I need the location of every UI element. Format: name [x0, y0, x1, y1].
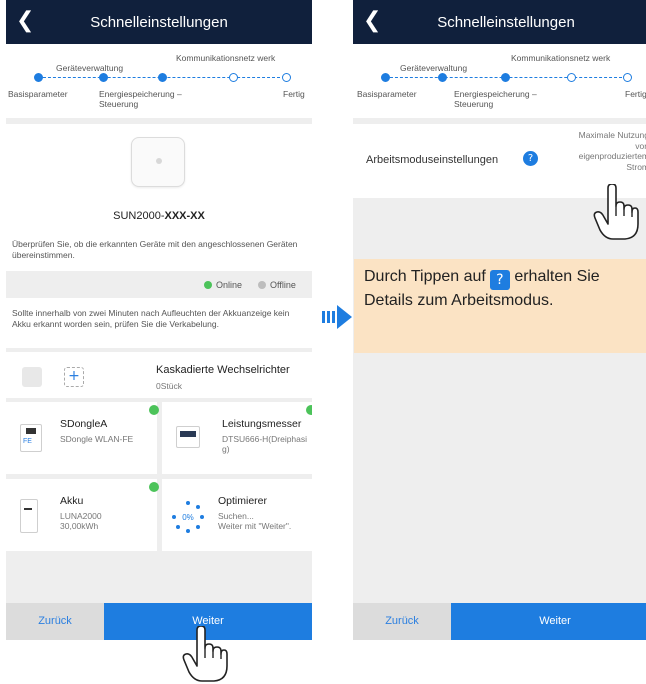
- card-subtitle: Suchen... Weiter mit "Weiter".: [218, 511, 292, 531]
- card-subtitle: SDongle WLAN-FE: [60, 434, 134, 444]
- online-status-icon: [149, 482, 159, 492]
- step-label-energiespeicherung: Energiespeicherung – Steuerung: [99, 89, 182, 109]
- power-meter-icon: [176, 426, 200, 448]
- step-dot-basisparameter: [381, 73, 390, 82]
- step-dot-kommunikation: [567, 73, 576, 82]
- card-optimierer[interactable]: 0% Optimierer Suchen... Weiter mit "Weit…: [162, 479, 312, 551]
- hint-text: Durch Tippen auf? erhalten Sie Details z…: [364, 266, 639, 311]
- cascade-count: 0Stück: [156, 381, 182, 391]
- battery-mark: [24, 508, 32, 510]
- step-label-geraeteverwaltung: Geräteverwaltung: [400, 63, 468, 73]
- sdongle-icon: FE: [20, 424, 42, 452]
- legend-online: Online: [216, 280, 243, 290]
- arrow-right-icon: [322, 305, 352, 329]
- step-dot-fertig: [282, 73, 291, 82]
- next-button[interactable]: Weiter: [451, 603, 646, 640]
- inverter-thumbnail: [22, 367, 42, 387]
- header: ❮ Schnelleinstellungen: [6, 0, 312, 44]
- card-title: SDongleA: [60, 418, 108, 430]
- device-description: Überprüfen Sie, ob die erkannten Geräte …: [12, 239, 298, 260]
- meter-display: [180, 431, 196, 437]
- legend-offline: Offline: [270, 280, 296, 290]
- footer-buttons: Zurück Weiter: [6, 603, 312, 640]
- hand-pointer-icon: [593, 184, 639, 240]
- step-dot-energiespeicherung: [501, 73, 510, 82]
- huawei-logo-icon: [156, 158, 162, 164]
- hand-pointer-icon: [182, 626, 228, 682]
- back-button[interactable]: Zurück: [353, 603, 451, 640]
- card-sdongle[interactable]: FE SDongleA SDongle WLAN-FE: [6, 402, 159, 474]
- cascade-title: Kaskadierte Wechselrichter: [156, 364, 290, 376]
- step-dot-geraeteverwaltung: [438, 73, 447, 82]
- step-label-basisparameter: Basisparameter: [8, 89, 68, 99]
- step-dot-geraeteverwaltung: [99, 73, 108, 82]
- step-label-kommunikation: Kommunikationsnetz werk: [176, 53, 276, 63]
- inverter-image: [131, 137, 185, 187]
- card-akku[interactable]: Akku LUNA2000 30,00kWh: [6, 479, 159, 551]
- loading-spinner-icon: 0%: [172, 501, 204, 533]
- step-label-basisparameter: Basisparameter: [357, 89, 417, 99]
- card-subtitle: DTSU666-H(Dreiphasig): [222, 434, 308, 454]
- back-button[interactable]: Zurück: [6, 603, 104, 640]
- battery-icon: [20, 499, 38, 533]
- work-mode-value: Maximale Nutzung von eigenproduziertem S…: [578, 130, 646, 172]
- optimizer-progress: 0%: [182, 513, 194, 522]
- step-label-fertig: Fertig: [625, 89, 646, 99]
- add-inverter-button[interactable]: +: [64, 367, 84, 387]
- hint-text-before: Durch Tippen auf: [364, 268, 486, 285]
- step-label-energiespeicherung: Energiespeicherung – Steuerung: [454, 89, 537, 109]
- work-mode-label: Arbeitsmoduseinstellungen: [366, 154, 499, 166]
- sdongle-icon-label: FE: [23, 438, 32, 445]
- header: ❮ Schnelleinstellungen: [353, 0, 646, 44]
- device-section: SUN2000-XXX-XX Überprüfen Sie, ob die er…: [6, 124, 312, 271]
- online-status-icon: [306, 405, 312, 415]
- help-icon[interactable]: ?: [523, 151, 538, 166]
- online-dot-icon: [204, 281, 212, 289]
- device-model-prefix: SUN2000-: [113, 210, 165, 222]
- step-dot-energiespeicherung: [158, 73, 167, 82]
- cascade-inverters-row: + Kaskadierte Wechselrichter 0Stück: [6, 352, 312, 398]
- step-dot-fertig: [623, 73, 632, 82]
- header-title: Schnelleinstellungen: [437, 14, 575, 31]
- hint-callout: Durch Tippen auf? erhalten Sie Details z…: [354, 259, 646, 353]
- card-leistungsmesser[interactable]: Leistungsmesser DTSU666-H(Dreiphasig): [162, 402, 312, 474]
- footer-buttons: Zurück Weiter: [353, 603, 646, 640]
- step-dot-kommunikation: [229, 73, 238, 82]
- step-label-fertig: Fertig: [283, 89, 305, 99]
- card-subtitle: LUNA2000 30,00kWh: [60, 511, 102, 531]
- online-status-icon: [149, 405, 159, 415]
- step-label-kommunikation: Kommunikationsnetz werk: [511, 53, 611, 63]
- battery-notice: Sollte innerhalb von zwei Minuten nach A…: [6, 298, 312, 348]
- step-dot-basisparameter: [34, 73, 43, 82]
- help-icon: ?: [489, 270, 510, 290]
- card-title: Akku: [60, 495, 84, 507]
- progress-steps: Geräteverwaltung Kommunikationsnetz werk…: [6, 44, 312, 118]
- offline-dot-icon: [258, 281, 266, 289]
- device-model-suffix: XXX-XX: [164, 210, 205, 222]
- device-model-name: SUN2000-XXX-XX: [6, 210, 312, 222]
- header-title: Schnelleinstellungen: [90, 14, 228, 31]
- left-phone-screen: ❮ Schnelleinstellungen Geräteverwaltung …: [6, 0, 312, 640]
- step-label-geraeteverwaltung: Geräteverwaltung: [56, 63, 124, 73]
- progress-steps: Geräteverwaltung Kommunikationsnetz werk…: [353, 44, 646, 118]
- sdongle-top-bar: [26, 428, 36, 434]
- card-title: Leistungsmesser: [222, 418, 302, 430]
- status-legend: Online Offline: [6, 275, 312, 295]
- card-title: Optimierer: [218, 495, 268, 507]
